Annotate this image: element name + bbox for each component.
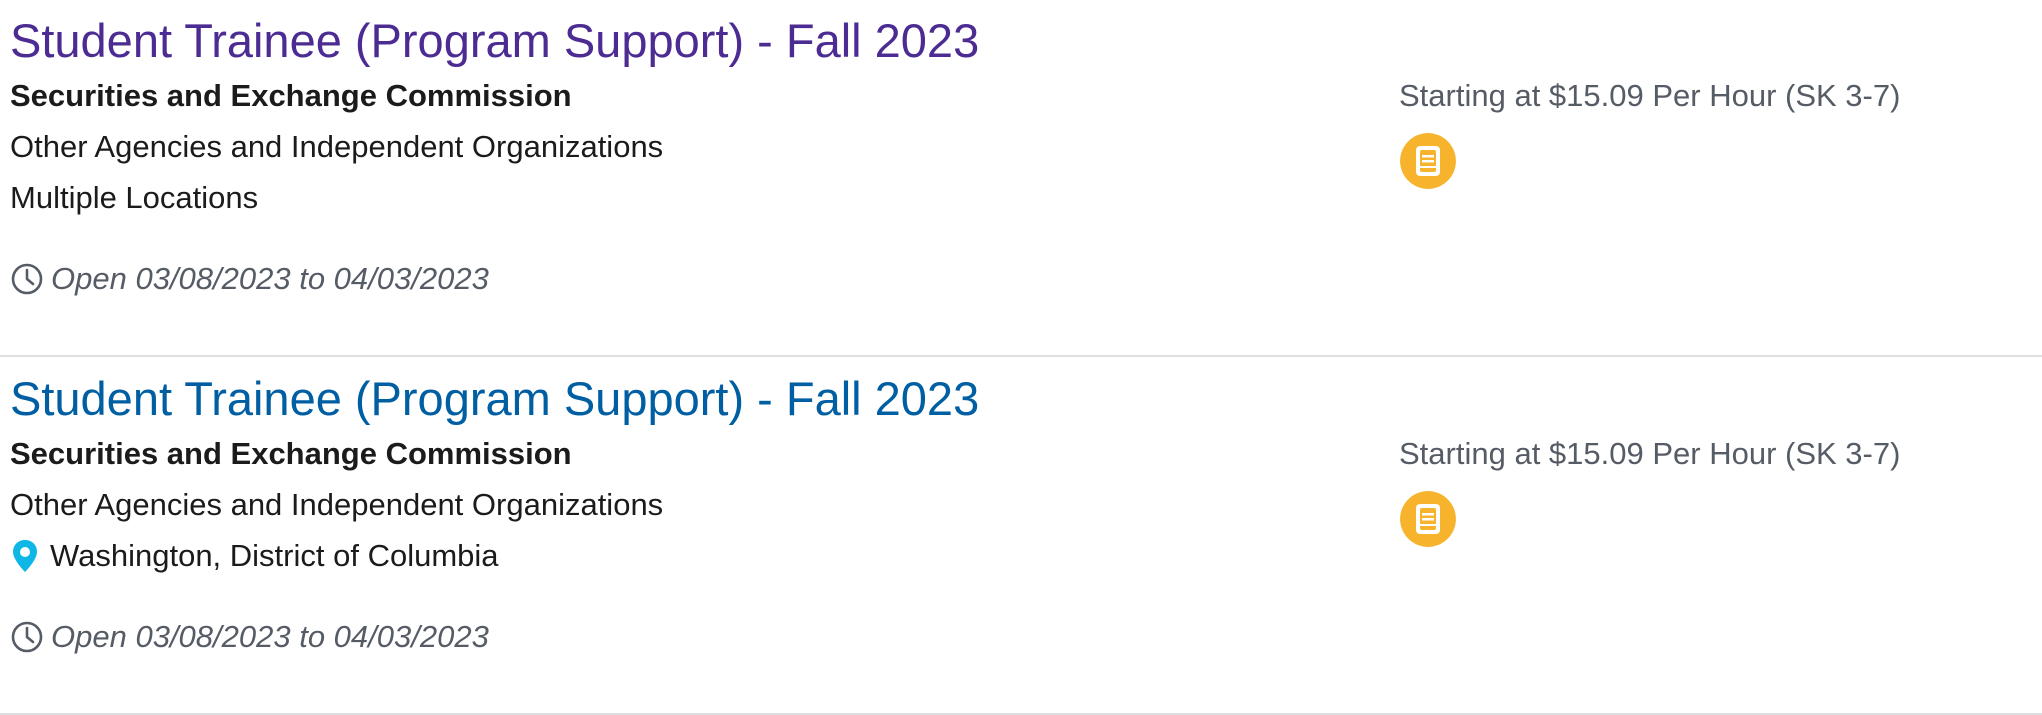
job-location: Washington, District of Columbia: [10, 536, 499, 576]
department-name: Other Agencies and Independent Organizat…: [10, 487, 664, 522]
job-title-link[interactable]: Student Trainee (Program Support) - Fall…: [10, 372, 979, 426]
student-book-icon[interactable]: [1400, 133, 1456, 189]
location-text: Washington, District of Columbia: [50, 538, 499, 573]
location-pin-icon: [13, 540, 37, 572]
location-text: Multiple Locations: [10, 180, 259, 215]
clock-icon: [11, 263, 43, 295]
department-name: Other Agencies and Independent Organizat…: [10, 129, 664, 164]
student-book-icon[interactable]: [1400, 491, 1456, 547]
open-dates: Open 03/08/2023 to 04/03/2023: [10, 258, 489, 300]
open-dates-text: Open 03/08/2023 to 04/03/2023: [51, 619, 489, 654]
job-title-link[interactable]: Student Trainee (Program Support) - Fall…: [10, 14, 979, 68]
open-dates: Open 03/08/2023 to 04/03/2023: [10, 616, 489, 658]
agency-name: Securities and Exchange Commission: [10, 436, 572, 471]
salary-text: Starting at $15.09 Per Hour (SK 3-7): [1399, 436, 1901, 471]
clock-icon: [11, 621, 43, 653]
job-listing: Student Trainee (Program Support) - Fall…: [0, 0, 2042, 357]
job-listing: Student Trainee (Program Support) - Fall…: [0, 358, 2042, 715]
salary-text: Starting at $15.09 Per Hour (SK 3-7): [1399, 78, 1901, 113]
agency-name: Securities and Exchange Commission: [10, 78, 572, 113]
open-dates-text: Open 03/08/2023 to 04/03/2023: [51, 261, 489, 296]
job-location: Multiple Locations: [10, 178, 258, 218]
search-results-list: Student Trainee (Program Support) - Fall…: [0, 0, 2042, 715]
